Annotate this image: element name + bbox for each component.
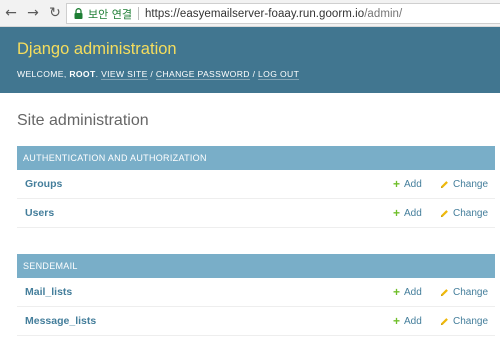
add-link-message-lists[interactable]: + Add <box>393 315 422 327</box>
view-site-link[interactable]: View site <box>101 69 148 80</box>
add-link-users[interactable]: + Add <box>393 207 422 219</box>
model-link-mail-lists[interactable]: Mail_lists <box>25 286 72 298</box>
module-caption[interactable]: Authentication and Authorization <box>17 146 495 170</box>
url-host: https://easyemailserver-foaay.run.goorm.… <box>144 7 365 20</box>
site-branding[interactable]: Django administration <box>17 40 177 59</box>
model-row-mail-lists: Mail_lists + Add Change <box>17 278 495 307</box>
add-label: Add <box>404 207 422 219</box>
add-label: Add <box>404 315 422 327</box>
pencil-icon <box>440 288 449 297</box>
model-row-message-lists: Message_lists + Add Change <box>17 307 495 336</box>
plus-icon: + <box>393 177 401 191</box>
model-link-users[interactable]: Users <box>25 207 54 219</box>
change-password-link[interactable]: Change password <box>155 69 250 80</box>
app-module-auth: Authentication and Authorization Groups … <box>17 146 495 228</box>
address-divider <box>137 7 139 20</box>
pencil-icon <box>440 317 449 326</box>
forward-arrow-icon[interactable]: → <box>24 4 42 22</box>
log-out-link[interactable]: Log out <box>258 69 300 80</box>
module-caption[interactable]: Sendemail <box>17 254 495 278</box>
plus-icon: + <box>393 206 401 220</box>
lock-icon <box>71 8 85 19</box>
change-label: Change <box>453 315 489 327</box>
back-arrow-icon[interactable]: ← <box>2 4 20 22</box>
change-link-groups[interactable]: Change <box>440 179 488 190</box>
browser-toolbar: ← → ↻ 보안 연결 https://easyemailserver-foaa… <box>0 0 500 27</box>
plus-icon: + <box>393 285 401 299</box>
add-link-mail-lists[interactable]: + Add <box>393 286 422 298</box>
change-label: Change <box>453 286 489 298</box>
page-title: Site administration <box>17 112 149 129</box>
address-bar[interactable]: 보안 연결 https://easyemailserver-foaay.run.… <box>66 3 500 24</box>
pencil-icon <box>440 180 449 189</box>
add-link-groups[interactable]: + Add <box>393 178 422 190</box>
username: root <box>69 69 96 79</box>
user-tools: Welcome, root. View site / Change passwo… <box>17 69 300 80</box>
url-text: https://easyemailserver-foaay.run.goorm.… <box>145 8 402 20</box>
change-label: Change <box>453 178 489 190</box>
secure-connection-label: 보안 연결 <box>88 7 132 21</box>
change-label: Change <box>453 207 489 219</box>
reload-icon[interactable]: ↻ <box>46 4 64 22</box>
add-label: Add <box>404 286 422 298</box>
welcome-text: Welcome, <box>17 69 67 79</box>
model-link-groups[interactable]: Groups <box>25 178 62 190</box>
model-link-message-lists[interactable]: Message_lists <box>25 315 96 327</box>
change-link-message-lists[interactable]: Change <box>440 316 488 327</box>
model-row-users: Users + Add Change <box>17 199 495 228</box>
plus-icon: + <box>393 314 401 328</box>
pencil-icon <box>440 209 449 218</box>
url-path: /admin/ <box>364 7 403 20</box>
add-label: Add <box>404 178 422 190</box>
app-module-sendemail: Sendemail Mail_lists + Add Change Message… <box>17 254 495 336</box>
change-link-users[interactable]: Change <box>440 208 488 219</box>
site-header: Django administration Welcome, root. Vie… <box>0 27 500 93</box>
change-link-mail-lists[interactable]: Change <box>440 287 488 298</box>
model-row-groups: Groups + Add Change <box>17 170 495 199</box>
